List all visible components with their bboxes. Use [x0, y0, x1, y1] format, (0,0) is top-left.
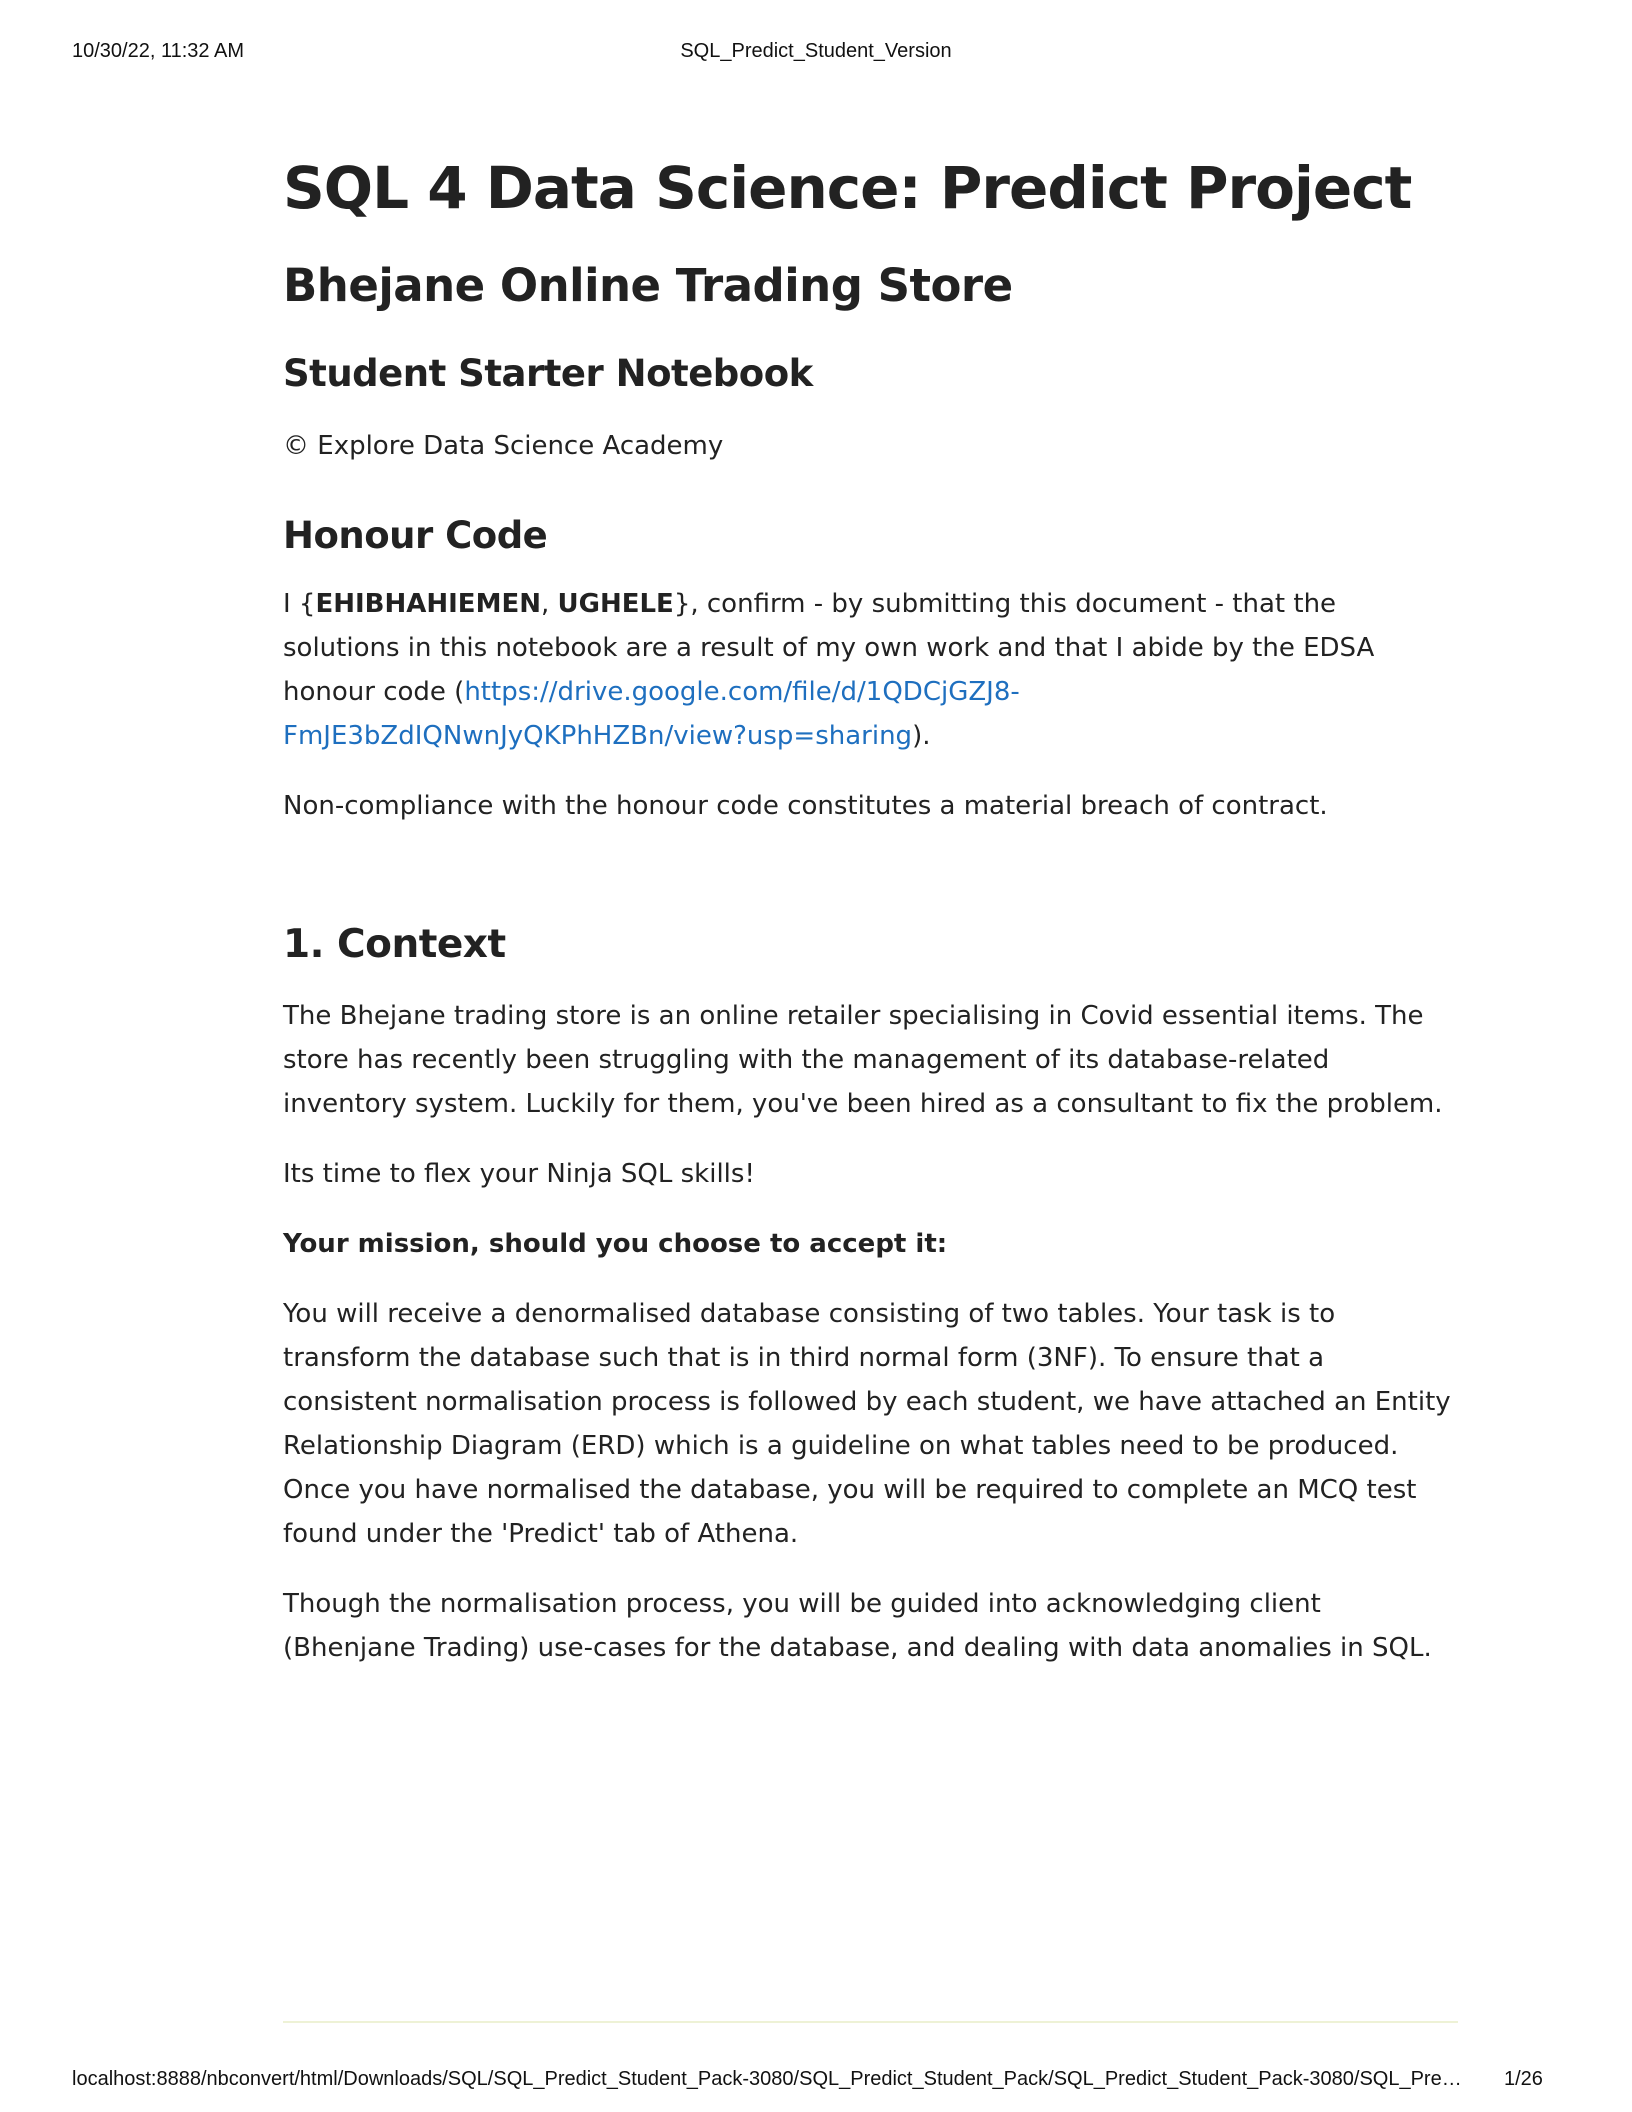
student-first-name: EHIBHAHIEMEN: [315, 589, 541, 619]
mission-heading: Your mission, should you choose to accep…: [283, 1229, 948, 1259]
context-paragraph-3: You will receive a denormalised database…: [283, 1299, 1451, 1549]
honour-text-end: ).: [912, 721, 931, 751]
context-paragraph-2: Its time to flex your Ninja SQL skills!: [283, 1159, 755, 1189]
noncompliance-text: Non-compliance with the honour code cons…: [283, 791, 1328, 821]
footer-divider: [283, 2021, 1458, 2023]
context-paragraph-4: Though the normalisation process, you wi…: [283, 1589, 1432, 1663]
name-separator: ,: [540, 589, 558, 619]
copyright-text: © Explore Data Science Academy: [283, 431, 724, 461]
honour-code-statement: I {EHIBHAHIEMEN, UGHELE}, confirm - by s…: [283, 582, 1458, 758]
page-title: SQL 4 Data Science: Predict Project: [283, 154, 1412, 222]
print-header: 10/30/22, 11:32 AM SQL_Predict_Student_V…: [0, 40, 1632, 66]
page-number: 1/26: [1504, 2068, 1543, 2090]
print-footer: localhost:8888/nbconvert/html/Downloads/…: [0, 2068, 1632, 2094]
student-last-name: UGHELE: [557, 589, 674, 619]
print-doc-title: SQL_Predict_Student_Version: [680, 40, 952, 62]
print-url: localhost:8888/nbconvert/html/Downloads/…: [72, 2068, 1472, 2090]
context-paragraph-1: The Bhejane trading store is an online r…: [283, 1001, 1443, 1119]
notebook-content: SQL 4 Data Science: Predict Project Bhej…: [283, 140, 1458, 1670]
honour-code-heading: Honour Code: [283, 514, 548, 557]
honour-prefix: I {: [283, 589, 316, 619]
page-subtitle: Bhejane Online Trading Store: [283, 259, 1013, 312]
section-heading-starter: Student Starter Notebook: [283, 352, 813, 395]
context-heading: 1. Context: [283, 922, 506, 967]
